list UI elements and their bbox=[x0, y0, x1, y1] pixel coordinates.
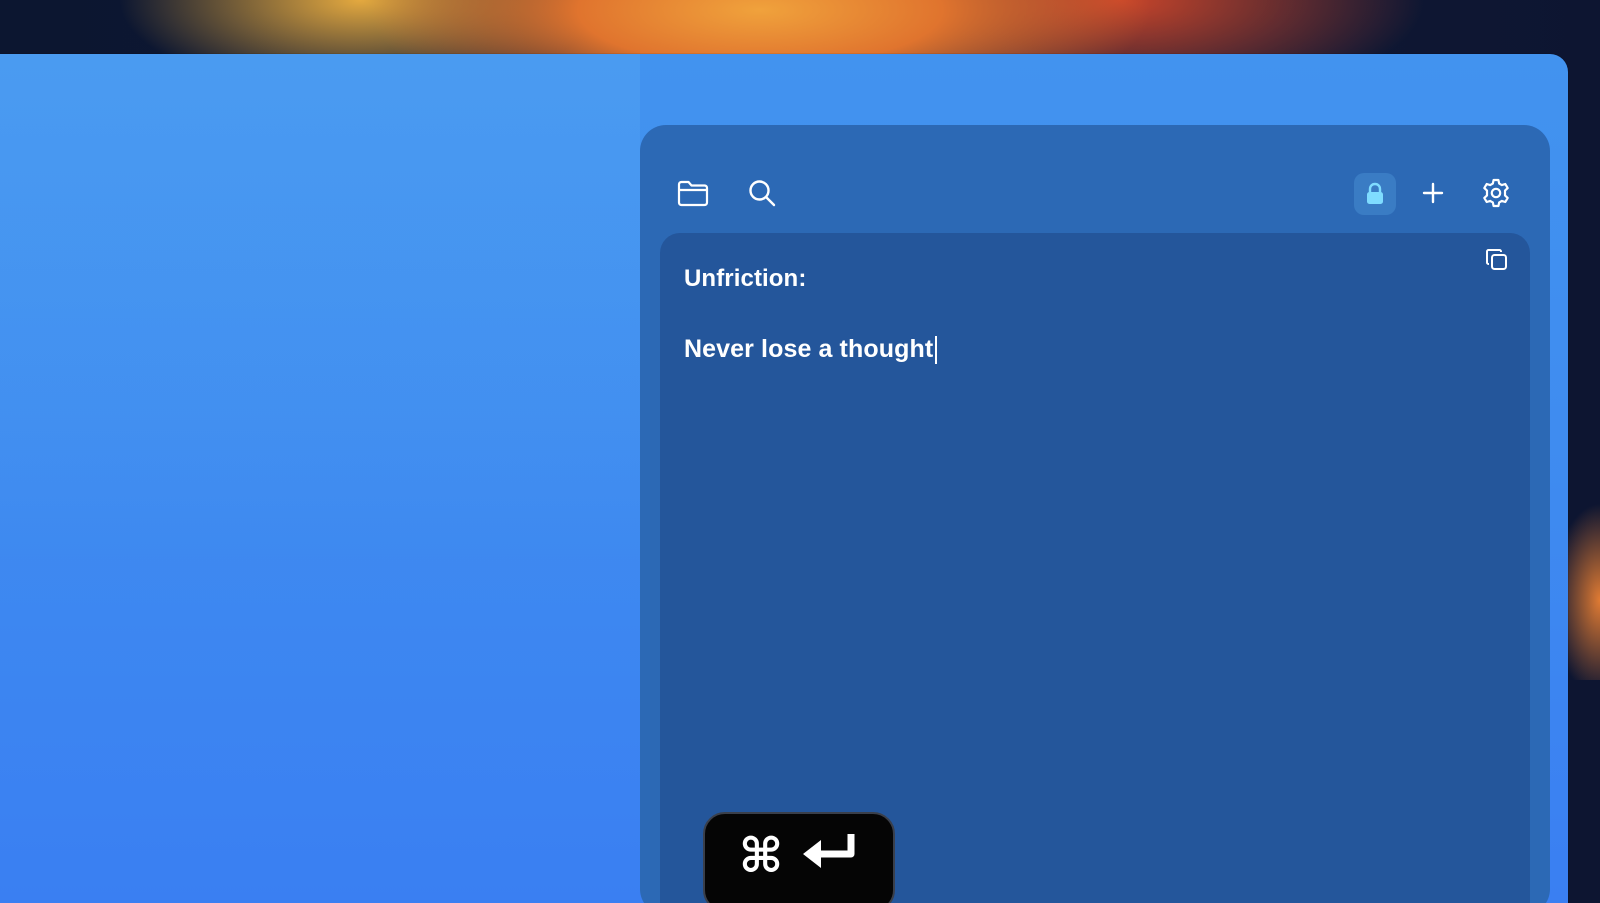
copy-button[interactable] bbox=[1484, 247, 1516, 279]
note-editor[interactable]: Unfriction: Never lose a thought bbox=[660, 233, 1530, 903]
command-key-icon: ⌘ bbox=[738, 828, 784, 884]
gear-icon bbox=[1480, 177, 1512, 209]
text-cursor bbox=[935, 335, 938, 364]
desktop: Unfriction: Never lose a thought ⌘ bbox=[0, 0, 1600, 903]
app-panel: Unfriction: Never lose a thought bbox=[640, 125, 1550, 903]
copy-icon bbox=[1484, 249, 1510, 277]
return-key-icon bbox=[801, 830, 859, 886]
folder-button[interactable] bbox=[673, 173, 713, 213]
note-body-text[interactable]: Never lose a thought bbox=[684, 335, 938, 364]
keyboard-shortcut-overlay: ⌘ bbox=[703, 812, 895, 903]
lock-button[interactable] bbox=[1354, 173, 1396, 215]
folder-icon bbox=[677, 179, 709, 207]
lock-icon bbox=[1365, 182, 1385, 206]
note-body-content: Never lose a thought bbox=[684, 335, 934, 363]
search-button[interactable] bbox=[742, 173, 782, 213]
plus-icon bbox=[1421, 181, 1445, 205]
settings-button[interactable] bbox=[1476, 173, 1516, 213]
toolbar bbox=[640, 125, 1550, 233]
note-title: Unfriction: bbox=[684, 265, 807, 292]
add-note-button[interactable] bbox=[1413, 173, 1453, 213]
search-icon bbox=[747, 178, 777, 208]
